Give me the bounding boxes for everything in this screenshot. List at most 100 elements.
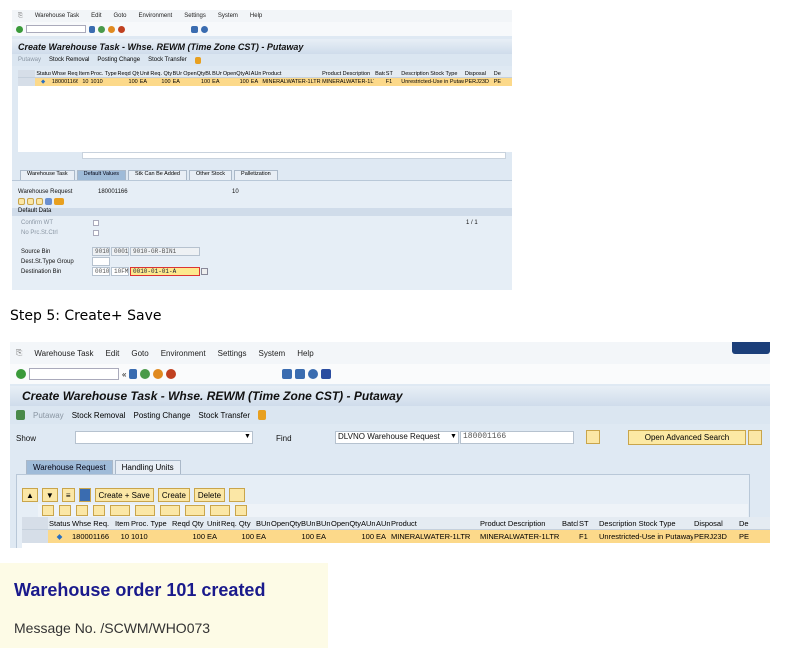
- chevron-down-icon[interactable]: ▼: [244, 433, 251, 440]
- putaway-button[interactable]: Putaway: [18, 57, 41, 63]
- graphic-icon[interactable]: [235, 505, 247, 516]
- row-selector[interactable]: [18, 78, 36, 86]
- save-icon[interactable]: [78, 488, 91, 502]
- command-field[interactable]: [29, 368, 119, 380]
- row-selector[interactable]: [18, 70, 36, 77]
- menu-system[interactable]: System: [259, 349, 286, 358]
- up-icon[interactable]: [18, 198, 25, 205]
- tab-palletization[interactable]: Palletization: [234, 170, 278, 180]
- enter-icon[interactable]: [16, 25, 23, 33]
- stock-transfer-button[interactable]: Stock Transfer: [198, 411, 250, 420]
- menu-icon[interactable]: ⎘: [16, 348, 22, 358]
- no-prc-checkbox[interactable]: [93, 230, 99, 236]
- help-icon[interactable]: [201, 25, 208, 33]
- row-selector[interactable]: [22, 517, 48, 529]
- clipboard-icon[interactable]: [748, 430, 762, 445]
- execute-search-icon[interactable]: [586, 430, 600, 444]
- posting-change-button[interactable]: Posting Change: [97, 57, 140, 63]
- sort-ascending-icon[interactable]: [59, 505, 71, 516]
- back-icon[interactable]: [140, 369, 151, 379]
- menu-edit[interactable]: Edit: [106, 349, 120, 358]
- dest-warehouse-field[interactable]: 0010: [92, 267, 110, 276]
- generate-icon[interactable]: [16, 410, 25, 420]
- menu-environment[interactable]: Environment: [161, 349, 206, 358]
- create-save-button[interactable]: Create + Save: [94, 488, 154, 502]
- tab-handling-units[interactable]: Handling Units: [114, 460, 181, 474]
- details-icon[interactable]: [42, 505, 54, 516]
- cancel-icon[interactable]: [166, 369, 177, 379]
- save-icon[interactable]: [129, 369, 138, 379]
- collapse-icon[interactable]: «: [122, 370, 126, 379]
- layout-icon[interactable]: [210, 505, 230, 516]
- sum-icon[interactable]: [135, 505, 155, 516]
- menu-icon[interactable]: ⎘: [18, 13, 23, 20]
- sort-descending-icon[interactable]: [76, 505, 88, 516]
- menu-settings[interactable]: Settings: [184, 13, 206, 19]
- menu-goto[interactable]: Goto: [114, 13, 127, 19]
- dest-type-field[interactable]: 10FM: [111, 267, 129, 276]
- refresh-icon[interactable]: [45, 198, 52, 205]
- tab-stk-can-be-added[interactable]: Stk Can Be Added: [128, 170, 187, 180]
- row-selector[interactable]: [22, 530, 48, 543]
- destination-bin-field[interactable]: 0010-01-01-A: [130, 267, 200, 276]
- layout-menu-icon[interactable]: [54, 198, 64, 205]
- tab-other-stock[interactable]: Other Stock: [189, 170, 233, 180]
- table-row[interactable]: ◆ 180001166 10 1010 100 EA 100 EA 100 EA 100 EA MINE…: [22, 530, 770, 543]
- save-icon[interactable]: [89, 25, 95, 33]
- create-button[interactable]: Create: [157, 488, 190, 502]
- subtotal-icon[interactable]: [160, 505, 180, 516]
- menu-help[interactable]: Help: [297, 349, 313, 358]
- filter-icon[interactable]: [110, 505, 130, 516]
- chevron-down-icon[interactable]: ▼: [450, 433, 457, 440]
- stock-removal-button[interactable]: Stock Removal: [72, 411, 126, 420]
- blank-icon[interactable]: [36, 198, 43, 205]
- tab-warehouse-request[interactable]: Warehouse Request: [26, 460, 113, 474]
- menu-help[interactable]: Help: [250, 13, 262, 19]
- stock-removal-button[interactable]: Stock Removal: [49, 57, 89, 63]
- window-controls[interactable]: [732, 342, 770, 354]
- stock-transfer-button[interactable]: Stock Transfer: [148, 57, 187, 63]
- help-icon[interactable]: [308, 369, 319, 379]
- delete-button[interactable]: Delete: [193, 488, 226, 502]
- exit-icon[interactable]: [153, 369, 164, 379]
- up-icon[interactable]: ▲: [22, 488, 38, 502]
- scroll-icon[interactable]: [258, 410, 266, 420]
- scroll-icon[interactable]: [194, 56, 201, 64]
- dest-group-field[interactable]: [92, 257, 110, 266]
- find-icon[interactable]: [93, 505, 105, 516]
- layout-icon[interactable]: [282, 369, 293, 379]
- exit-icon[interactable]: [108, 25, 115, 33]
- menu-system[interactable]: System: [218, 13, 238, 19]
- tab-warehouse-task[interactable]: Warehouse Task: [20, 170, 75, 180]
- layout-menu-icon[interactable]: [229, 488, 246, 502]
- enter-icon[interactable]: [16, 369, 26, 379]
- menu-warehouse-task[interactable]: Warehouse Task: [35, 13, 79, 19]
- down-icon[interactable]: ▼: [41, 488, 58, 502]
- down-icon[interactable]: [27, 198, 34, 205]
- horizontal-scrollbar[interactable]: [82, 152, 506, 159]
- layout-icon[interactable]: [191, 25, 198, 33]
- screenshot-create-save: ⎘ Warehouse Task Edit Goto Environment S…: [10, 342, 770, 548]
- command-field[interactable]: [26, 25, 86, 33]
- find-type-dropdown[interactable]: DLVNO Warehouse Request: [335, 431, 459, 444]
- menu-warehouse-task[interactable]: Warehouse Task: [34, 349, 93, 358]
- show-dropdown[interactable]: [75, 431, 253, 444]
- menu-settings[interactable]: Settings: [218, 349, 247, 358]
- value-help-icon[interactable]: [201, 268, 208, 275]
- details-icon[interactable]: ≡: [61, 488, 75, 502]
- back-icon[interactable]: [98, 25, 105, 33]
- menu-edit[interactable]: Edit: [91, 13, 101, 19]
- menu-goto[interactable]: Goto: [131, 349, 148, 358]
- cancel-icon[interactable]: [118, 25, 125, 33]
- confirm-wt-checkbox[interactable]: [93, 220, 99, 226]
- putaway-button[interactable]: Putaway: [33, 411, 64, 420]
- posting-change-button[interactable]: Posting Change: [133, 411, 190, 420]
- export-icon[interactable]: [185, 505, 205, 516]
- menu-environment[interactable]: Environment: [139, 13, 173, 19]
- find-value-input[interactable]: 180001166: [460, 431, 574, 444]
- table-row[interactable]: ◆ 180001166 10 1010 100 EA 100 EA 100 EA 100 EA MINE…: [18, 78, 512, 86]
- open-advanced-search-button[interactable]: Open Advanced Search: [628, 430, 746, 445]
- shortcut-icon[interactable]: [295, 369, 306, 379]
- customize-icon[interactable]: [321, 369, 332, 379]
- tab-default-values[interactable]: Default Values: [76, 170, 127, 180]
